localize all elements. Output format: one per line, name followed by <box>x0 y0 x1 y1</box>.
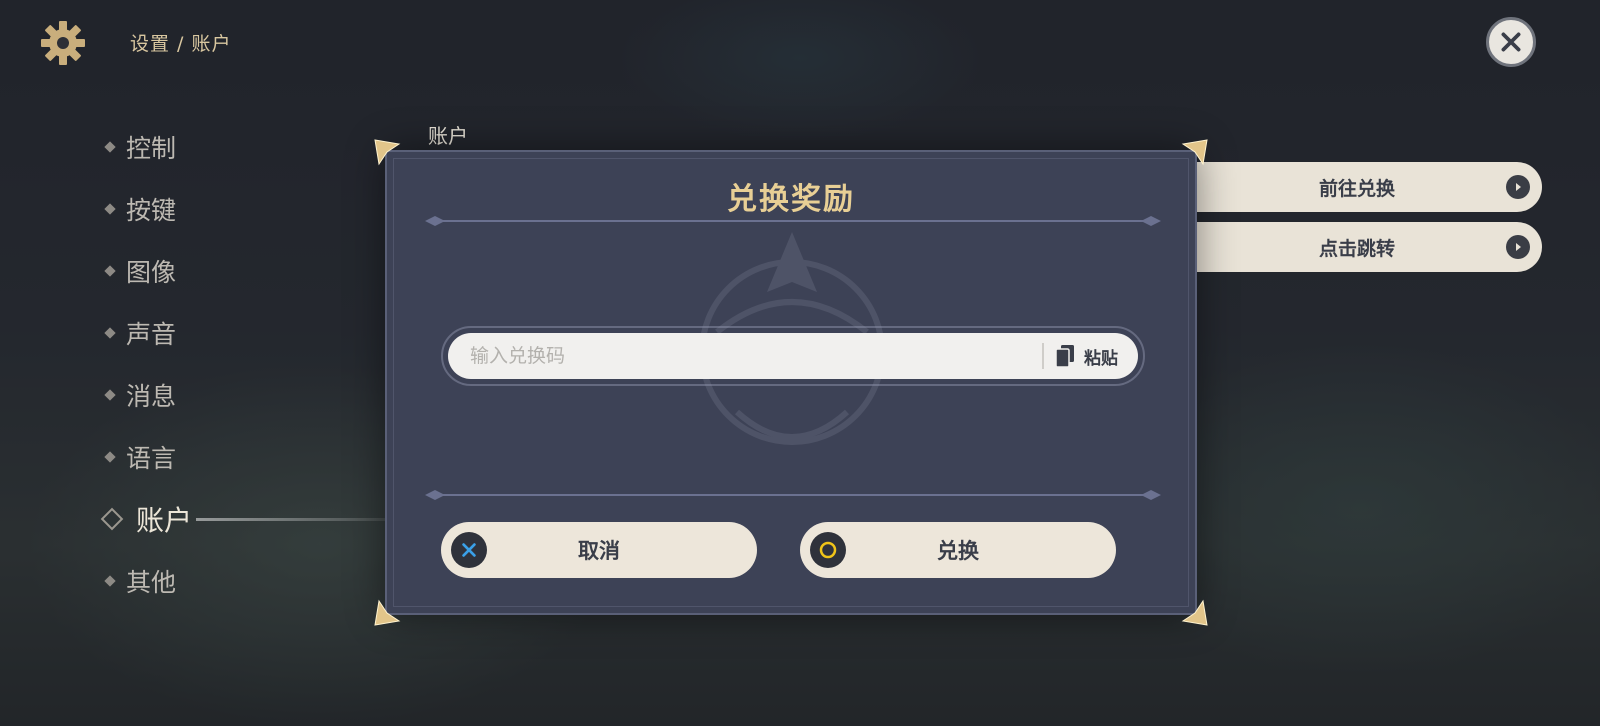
play-arrow-icon <box>1506 235 1530 259</box>
corner-ornament-icon <box>374 139 401 166</box>
section-title: 账户 <box>428 124 468 148</box>
redeem-code-input[interactable] <box>468 344 1042 368</box>
sidebar-item-language[interactable]: 语言 <box>104 426 192 488</box>
go-redeem-label: 前往兑换 <box>1318 177 1395 200</box>
sidebar-item-label: 其他 <box>126 568 177 597</box>
diamond-bullet-icon <box>104 451 116 463</box>
diamond-bullet-icon <box>104 203 116 215</box>
breadcrumb: 设置 / 账户 <box>130 33 232 55</box>
play-arrow-icon <box>1506 175 1530 199</box>
sidebar-item-audio[interactable]: 声音 <box>104 302 192 364</box>
redeem-dialog: 兑换奖励 粘贴 <box>374 139 1208 626</box>
sidebar-item-account[interactable]: 账户 <box>100 488 427 550</box>
jump-link-label: 点击跳转 <box>1318 237 1395 260</box>
diamond-bullet-icon <box>104 265 116 277</box>
sidebar-item-keybinds[interactable]: 按键 <box>104 178 192 240</box>
corner-ornament-icon <box>1181 599 1208 626</box>
paste-button[interactable]: 粘贴 <box>1056 344 1118 369</box>
cancel-label: 取消 <box>578 539 620 563</box>
jump-link-button[interactable]: 点击跳转 <box>1172 222 1542 272</box>
confirm-circle-icon <box>810 532 846 568</box>
sidebar-item-label: 控制 <box>126 134 177 163</box>
sidebar-item-messages[interactable]: 消息 <box>104 364 192 426</box>
close-button[interactable] <box>1486 17 1536 67</box>
sidebar-item-label: 按键 <box>126 196 177 225</box>
diamond-bullet-icon <box>104 327 116 339</box>
redeem-button[interactable]: 兑换 <box>800 522 1116 578</box>
sidebar-item-label: 语言 <box>126 444 177 473</box>
redeem-label: 兑换 <box>937 539 979 563</box>
paste-label: 粘贴 <box>1084 348 1118 369</box>
ornament-divider <box>425 490 1161 500</box>
sidebar-item-label: 声音 <box>126 320 177 349</box>
corner-ornament-icon <box>1181 139 1208 166</box>
sidebar-item-label: 消息 <box>126 382 177 411</box>
sidebar-item-label: 图像 <box>126 258 177 287</box>
paste-icon <box>1056 345 1074 367</box>
sidebar-item-graphics[interactable]: 图像 <box>104 240 192 302</box>
gear-icon <box>38 18 88 68</box>
cancel-button[interactable]: 取消 <box>441 522 757 578</box>
go-redeem-button[interactable]: 前往兑换 <box>1172 162 1542 212</box>
cancel-x-icon <box>451 532 487 568</box>
paste-separator <box>1042 343 1044 369</box>
diamond-bullet-icon <box>104 141 116 153</box>
corner-ornament-icon <box>374 599 401 626</box>
diamond-bullet-icon <box>104 389 116 401</box>
settings-sidebar: 控制 按键 图像 声音 消息 语言 账户 其他 <box>100 116 427 612</box>
redeem-code-field: 粘贴 <box>441 326 1145 386</box>
sidebar-item-other[interactable]: 其他 <box>104 550 192 612</box>
redeem-code-input-box: 粘贴 <box>448 333 1138 379</box>
sidebar-item-controls[interactable]: 控制 <box>104 116 192 178</box>
diamond-bullet-icon <box>104 575 116 587</box>
sidebar-item-label: 账户 <box>136 504 193 537</box>
close-icon <box>1501 32 1521 52</box>
